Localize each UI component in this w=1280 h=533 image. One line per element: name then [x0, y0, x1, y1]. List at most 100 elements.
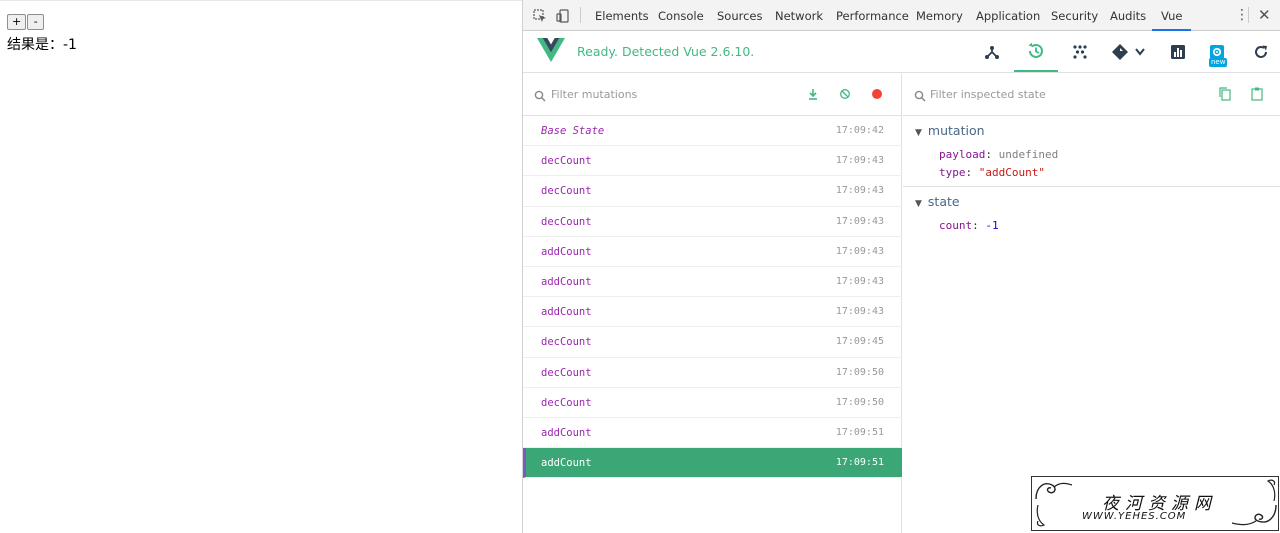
tab-elements[interactable]: Elements: [595, 0, 649, 31]
list-item-selected[interactable]: addCount 17:09:51: [523, 448, 902, 479]
tab-vue[interactable]: Vue: [1152, 0, 1192, 31]
counter-buttons: + -: [7, 14, 45, 30]
close-devtools-icon[interactable]: ✕: [1258, 4, 1271, 26]
expand-arrow-icon: ▼: [915, 128, 922, 138]
mutation-name: decCount: [541, 215, 592, 228]
decrement-button[interactable]: -: [27, 14, 45, 30]
tab-security[interactable]: Security: [1051, 0, 1098, 31]
devtools-tab-bar: Elements Console Sources Network Perform…: [523, 0, 1280, 31]
clipboard-icon[interactable]: [1249, 86, 1265, 102]
toolbar-divider-right: [1248, 7, 1249, 23]
mutation-name: decCount: [541, 185, 592, 198]
increment-button[interactable]: +: [7, 14, 27, 30]
list-item[interactable]: addCount 17:09:51: [523, 418, 902, 449]
mutation-time: 17:09:42: [835, 125, 884, 136]
state-filter-input[interactable]: [930, 85, 1170, 103]
performance-icon[interactable]: [1156, 32, 1200, 72]
refresh-icon[interactable]: [1239, 32, 1280, 72]
tab-sources[interactable]: Sources: [717, 0, 763, 31]
mutations-list: Base State 17:09:42 decCount 17:09:43 decC…: [523, 116, 902, 479]
list-item[interactable]: decCount 17:09:50: [523, 388, 902, 418]
components-icon[interactable]: [970, 32, 1014, 72]
mutation-section-header[interactable]: ▼ mutation: [915, 123, 985, 138]
mutation-time: 17:09:45: [835, 336, 884, 348]
tab-performance[interactable]: Performance: [836, 0, 909, 31]
mutation-name: decCount: [541, 155, 592, 168]
mutations-pane: Base State 17:09:42 decCount 17:09:43 decC…: [523, 74, 902, 533]
watermark-url: WWW.YEHES.COM: [1082, 511, 1187, 522]
mutation-time: 17:09:50: [835, 366, 884, 378]
vuex-history-icon[interactable]: [1014, 32, 1058, 72]
watermark-logo: 夜河资源网 WWW.YEHES.COM: [1031, 476, 1279, 531]
revert-all-icon[interactable]: [837, 86, 853, 102]
search-icon: [914, 87, 926, 106]
app-page: + - 结果是：-1: [0, 0, 522, 533]
mutation-time: 17:09:43: [835, 245, 884, 257]
colon: :: [985, 148, 992, 161]
mutation-time: 17:09:51: [835, 426, 884, 438]
list-item[interactable]: decCount 17:09:43: [523, 207, 902, 237]
section-label: state: [927, 194, 960, 209]
count-row: count: -1: [939, 219, 999, 232]
type-value: "addCount": [978, 166, 1045, 179]
events-icon[interactable]: [1058, 32, 1102, 72]
mutation-time: 17:09:43: [835, 155, 884, 167]
mutations-filter-input[interactable]: [551, 85, 791, 103]
result-text: 结果是：-1: [7, 37, 77, 53]
record-icon[interactable]: [869, 86, 885, 102]
mutation-name: decCount: [541, 396, 592, 409]
tab-audits[interactable]: Audits: [1110, 0, 1146, 31]
state-section: ▼ state count: -1: [903, 187, 1280, 247]
mutation-name: decCount: [541, 336, 592, 349]
colon: :: [965, 166, 973, 179]
page-top-border: [0, 0, 522, 4]
mutation-name: addCount: [541, 457, 592, 470]
vue-logo-icon: [537, 38, 565, 66]
tab-memory[interactable]: Memory: [916, 0, 963, 31]
list-item[interactable]: addCount 17:09:43: [523, 267, 902, 298]
flourish-left-bottom-icon: [1036, 505, 1046, 527]
devtools-panel: Elements Console Sources Network Perform…: [522, 0, 1280, 533]
mutations-filter-bar: [523, 74, 901, 116]
flourish-right-top-icon: [1266, 479, 1276, 501]
copy-icon[interactable]: [1217, 86, 1233, 102]
mutation-name: addCount: [541, 275, 592, 288]
mutation-time: 17:09:51: [835, 457, 884, 469]
payload-value: undefined: [998, 148, 1059, 161]
colon: :: [972, 219, 979, 232]
count-key: count: [939, 219, 973, 232]
more-options-icon[interactable]: ⋮: [1235, 6, 1249, 24]
type-row: type: "addCount": [939, 166, 1045, 179]
commit-all-icon[interactable]: [805, 86, 821, 102]
mutation-time: 17:09:43: [835, 306, 884, 318]
state-section-header[interactable]: ▼ state: [915, 194, 960, 209]
inspect-element-icon[interactable]: [533, 8, 547, 22]
mutation-time: 17:09:50: [835, 396, 884, 408]
list-item[interactable]: decCount 17:09:43: [523, 146, 902, 177]
flourish-left-icon: [1035, 482, 1073, 500]
tab-application[interactable]: Application: [976, 0, 1040, 31]
mutation-name: addCount: [541, 426, 592, 439]
mutation-name: addCount: [541, 245, 592, 258]
mutation-section: ▼ mutation payload: undefined type: "addC…: [903, 116, 1280, 186]
list-item[interactable]: decCount 17:09:43: [523, 176, 902, 207]
mutation-time: 17:09:43: [835, 185, 884, 197]
toolbar-divider: [580, 7, 581, 23]
payload-key: payload: [939, 148, 986, 161]
routing-icon[interactable]: [1102, 32, 1156, 72]
expand-arrow-icon: ▼: [915, 199, 922, 209]
device-toolbar-icon[interactable]: [556, 8, 570, 23]
tab-network[interactable]: Network: [775, 0, 823, 31]
list-item[interactable]: decCount 17:09:50: [523, 358, 902, 388]
count-value: -1: [985, 219, 999, 232]
vue-status-text: Ready. Detected Vue 2.6.10.: [577, 44, 755, 59]
list-item[interactable]: addCount 17:09:43: [523, 297, 902, 328]
list-item[interactable]: Base State 17:09:42: [523, 116, 902, 147]
search-icon: [534, 87, 546, 106]
list-item[interactable]: addCount 17:09:43: [523, 237, 902, 267]
list-item[interactable]: decCount 17:09:45: [523, 327, 902, 358]
mutation-time: 17:09:43: [835, 275, 884, 287]
tab-console[interactable]: Console: [658, 0, 704, 31]
section-label: mutation: [927, 123, 985, 138]
state-inspector-pane: ▼ mutation payload: undefined type: "addC…: [903, 74, 1280, 533]
